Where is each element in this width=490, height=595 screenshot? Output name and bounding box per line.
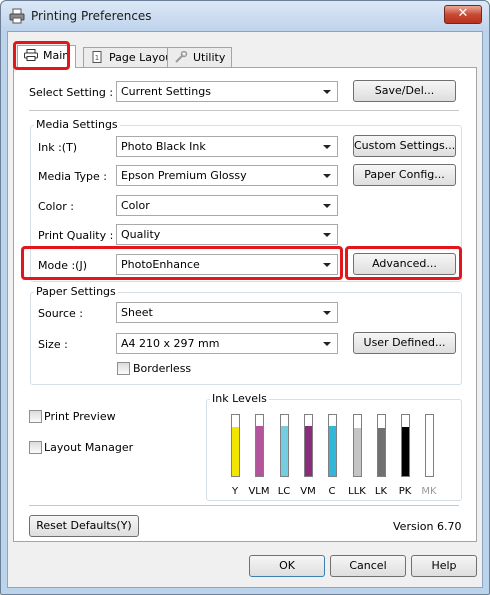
ink-level-bar [231, 414, 240, 477]
ink-level-bar [280, 414, 289, 477]
cancel-button[interactable]: Cancel [330, 555, 406, 577]
color-value: Color [121, 199, 150, 212]
media-type-value: Epson Premium Glossy [121, 169, 247, 182]
ink-level-label: VM [300, 486, 316, 497]
divider [29, 505, 459, 506]
print-quality-label: Print Quality : [38, 229, 114, 242]
ink-level-label: PK [398, 486, 412, 497]
ink-dropdown[interactable]: Photo Black Ink [116, 136, 338, 157]
ink-level-label: Y [231, 486, 239, 497]
title-bar[interactable]: Printing Preferences ✕ [1, 1, 489, 31]
ink-levels-title: Ink Levels [210, 392, 269, 405]
mode-value: PhotoEnhance [121, 258, 200, 271]
chevron-down-icon [323, 311, 331, 315]
ink-level-fill [281, 425, 288, 476]
source-dropdown[interactable]: Sheet [116, 302, 338, 323]
select-setting-label: Select Setting : [29, 86, 114, 99]
color-label: Color : [38, 200, 74, 213]
size-label: Size : [38, 338, 68, 351]
ink-level-bar [255, 414, 264, 477]
ink-level-label: VLM [248, 486, 270, 497]
ink-level-bar [425, 414, 434, 477]
ink-level-bar [401, 414, 410, 477]
print-preview-label: Print Preview [44, 410, 116, 423]
paper-config-button[interactable]: Paper Config... [353, 164, 456, 186]
chevron-down-icon [323, 263, 331, 267]
user-defined-button[interactable]: User Defined... [353, 332, 456, 354]
print-quality-dropdown[interactable]: Quality [116, 224, 338, 245]
ink-level-bar [328, 414, 337, 477]
print-preview-checkbox[interactable] [29, 410, 42, 423]
ink-level-label: LC [277, 486, 291, 497]
ink-level-fill [378, 428, 385, 476]
advanced-button[interactable]: Advanced... [353, 253, 456, 275]
print-quality-value: Quality [121, 228, 161, 241]
ink-level-label: C [328, 486, 336, 497]
chevron-down-icon [323, 204, 331, 208]
ink-level-bar [304, 414, 313, 477]
source-label: Source : [38, 307, 83, 320]
wrench-icon [175, 51, 188, 63]
printer-icon [24, 49, 38, 61]
version-text: Version 6.70 [393, 520, 462, 533]
source-value: Sheet [121, 306, 153, 319]
save-del-button[interactable]: Save/Del... [353, 80, 456, 102]
ink-level-fill [354, 428, 361, 476]
color-dropdown[interactable]: Color [116, 195, 338, 216]
borderless-checkbox[interactable] [117, 362, 130, 375]
svg-text:1: 1 [95, 54, 99, 62]
ok-button[interactable]: OK [249, 555, 325, 577]
layout-manager-label: Layout Manager [44, 441, 134, 454]
chevron-down-icon [323, 342, 331, 346]
reset-defaults-button[interactable]: Reset Defaults(Y) [29, 515, 139, 537]
ink-level-fill [329, 425, 336, 476]
divider [29, 110, 459, 111]
ink-level-bar [353, 414, 362, 477]
chevron-down-icon [323, 233, 331, 237]
ink-level-label: LK [374, 486, 388, 497]
paper-settings-title: Paper Settings [34, 285, 118, 298]
media-type-dropdown[interactable]: Epson Premium Glossy [116, 165, 338, 186]
chevron-down-icon [323, 174, 331, 178]
close-button[interactable]: ✕ [444, 5, 482, 24]
mode-dropdown[interactable]: PhotoEnhance [116, 254, 338, 275]
tab-utility[interactable]: Utility [167, 47, 233, 68]
borderless-label: Borderless [133, 362, 192, 375]
page-icon: 1 [92, 51, 102, 63]
select-setting-value: Current Settings [121, 85, 211, 98]
ink-level-bar [377, 414, 386, 477]
ink-level-fill [256, 425, 263, 476]
ink-value: Photo Black Ink [121, 140, 206, 153]
ink-level-fill [402, 427, 409, 476]
tab-label: Utility [193, 51, 226, 64]
size-value: A4 210 x 297 mm [121, 337, 220, 350]
select-setting-dropdown[interactable]: Current Settings [116, 81, 338, 102]
chevron-down-icon [323, 145, 331, 149]
printer-icon [9, 8, 25, 24]
window-title: Printing Preferences [31, 9, 152, 23]
custom-settings-button[interactable]: Custom Settings... [353, 135, 456, 157]
help-button[interactable]: Help [411, 555, 477, 577]
ink-level-label: MK [421, 486, 437, 497]
mode-label: Mode :(J) [38, 259, 88, 272]
media-type-label: Media Type : [38, 170, 108, 183]
media-settings-title: Media Settings [34, 118, 120, 131]
size-dropdown[interactable]: A4 210 x 297 mm [116, 333, 338, 354]
ink-level-label: LLK [348, 486, 366, 497]
layout-manager-checkbox[interactable] [29, 441, 42, 454]
ink-level-fill [305, 425, 312, 476]
ink-label: Ink :(T) [38, 141, 78, 154]
chevron-down-icon [323, 90, 331, 94]
tab-main[interactable]: Main [17, 45, 77, 68]
ink-level-fill [232, 427, 239, 476]
tab-label: Main [43, 49, 70, 62]
